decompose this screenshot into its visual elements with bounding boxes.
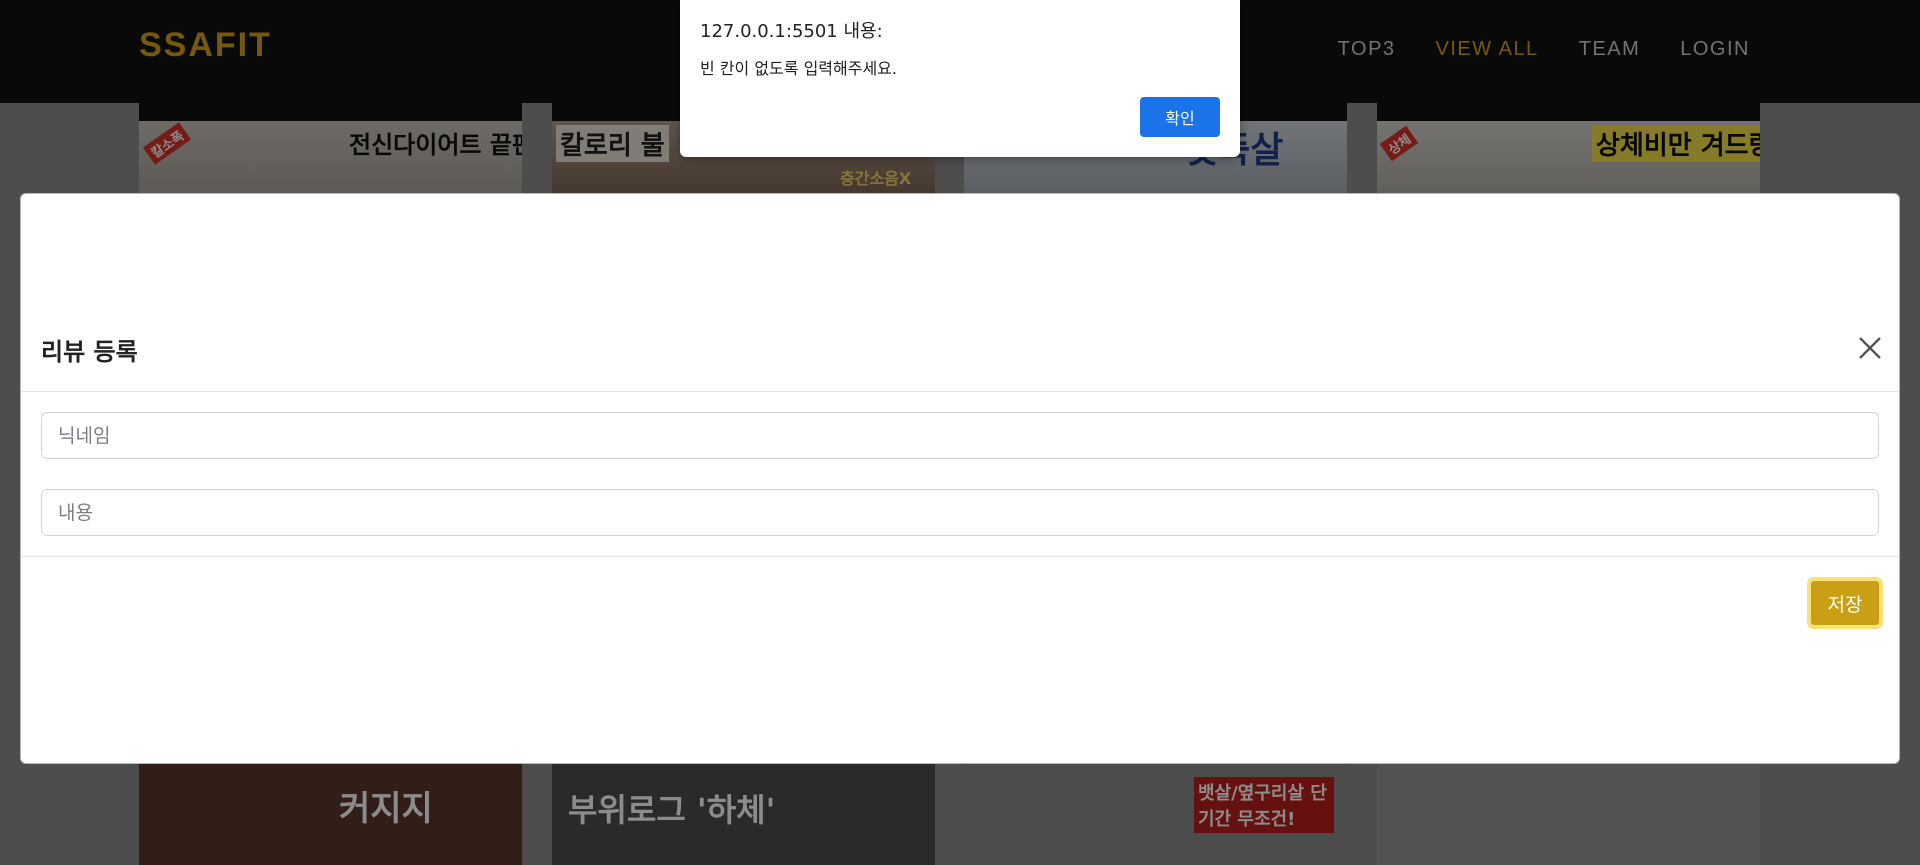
alert-origin: 127.0.0.1:5501 내용: [700,21,883,42]
modal-header-divider [21,391,1899,392]
alert-ok-button[interactable]: 확인 [1140,97,1220,137]
modal-title: 리뷰 등록 [41,338,138,366]
content-input[interactable] [41,489,1879,536]
nickname-input[interactable] [41,412,1879,459]
modal-footer-divider [21,556,1899,557]
review-modal: 리뷰 등록 저장 [20,193,1900,764]
save-button[interactable]: 저장 [1807,577,1883,629]
browser-alert-dialog: 127.0.0.1:5501 내용: 빈 칸이 없도록 입력해주세요. 확인 [680,0,1240,157]
close-icon[interactable] [1856,334,1884,362]
alert-message: 빈 칸이 없도록 입력해주세요. [700,59,897,78]
